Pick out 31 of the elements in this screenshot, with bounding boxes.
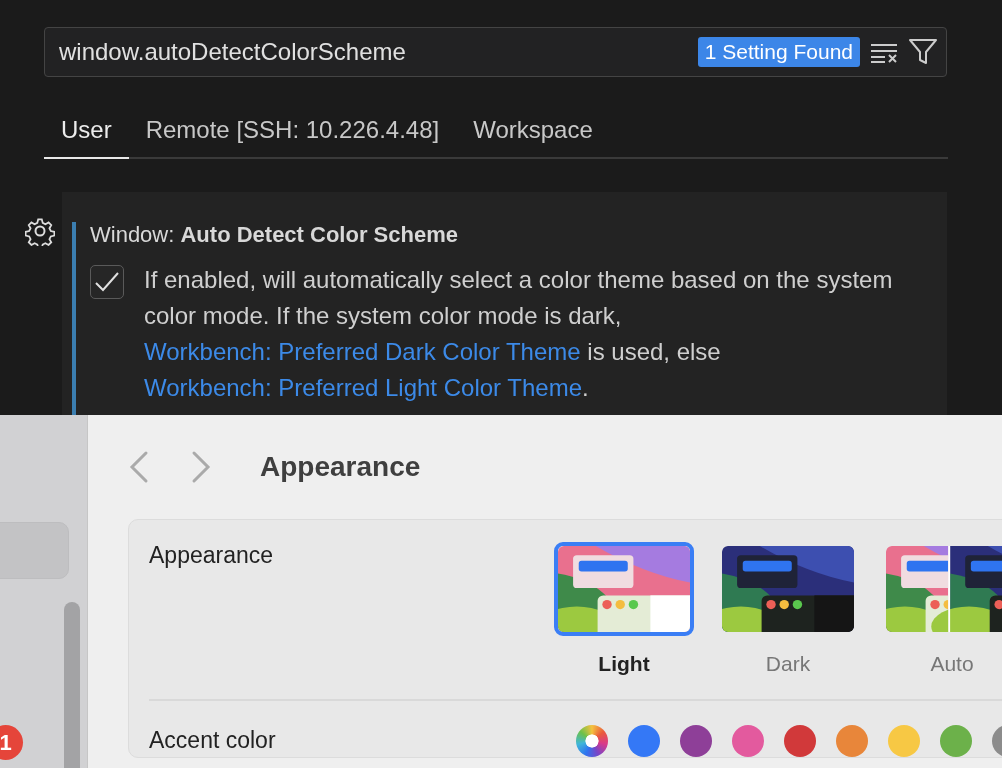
back-icon[interactable] <box>128 450 150 484</box>
accent-color-label: Accent color <box>149 726 277 754</box>
option-label: Auto <box>930 652 974 676</box>
settings-icon[interactable] <box>25 216 55 246</box>
results-badge: 1 Setting Found <box>697 37 860 67</box>
appearance-label: Appearance <box>149 542 275 569</box>
color-swatch[interactable] <box>836 725 868 757</box>
setting-link[interactable]: Workbench: Preferred Dark Color Theme <box>144 338 581 365</box>
setting-link[interactable]: Workbench: Preferred Light Color Theme <box>144 374 582 401</box>
setting-description: If enabled, will automatically select a color theme based on the system color mode. If the system color mode is dark, Workbench: Preferred Dark Color Theme is used, else Workbench: Preferred Light Color Theme. <box>144 265 894 403</box>
color-swatch[interactable] <box>888 725 920 757</box>
color-swatch[interactable] <box>732 725 764 757</box>
search-field[interactable]: window.autoDetectColorScheme 1 Setting Found <box>44 27 947 77</box>
checkbox[interactable] <box>90 265 124 299</box>
scrollbar-thumb[interactable] <box>64 602 80 768</box>
color-swatch[interactable] <box>628 725 660 757</box>
page-title: Appearance <box>260 451 421 483</box>
tab[interactable]: User <box>44 108 129 159</box>
option-label: Light <box>598 652 650 676</box>
color-swatch[interactable] <box>784 725 816 757</box>
forward-icon[interactable] <box>190 450 212 484</box>
color-swatch[interactable] <box>680 725 712 757</box>
search-input[interactable]: window.autoDetectColorScheme <box>45 38 698 66</box>
tab[interactable]: Workspace <box>456 108 610 159</box>
setting-title: Window: Auto Detect Color Scheme <box>90 222 458 248</box>
color-swatch[interactable] <box>940 725 972 757</box>
multicolor-swatch[interactable] <box>576 725 608 757</box>
tab[interactable]: Remote [SSH: 10.226.4.48] <box>128 108 457 159</box>
filter-icon[interactable] <box>908 38 938 66</box>
option-label: Dark <box>765 652 811 676</box>
notification-badge: 1 <box>0 725 23 760</box>
